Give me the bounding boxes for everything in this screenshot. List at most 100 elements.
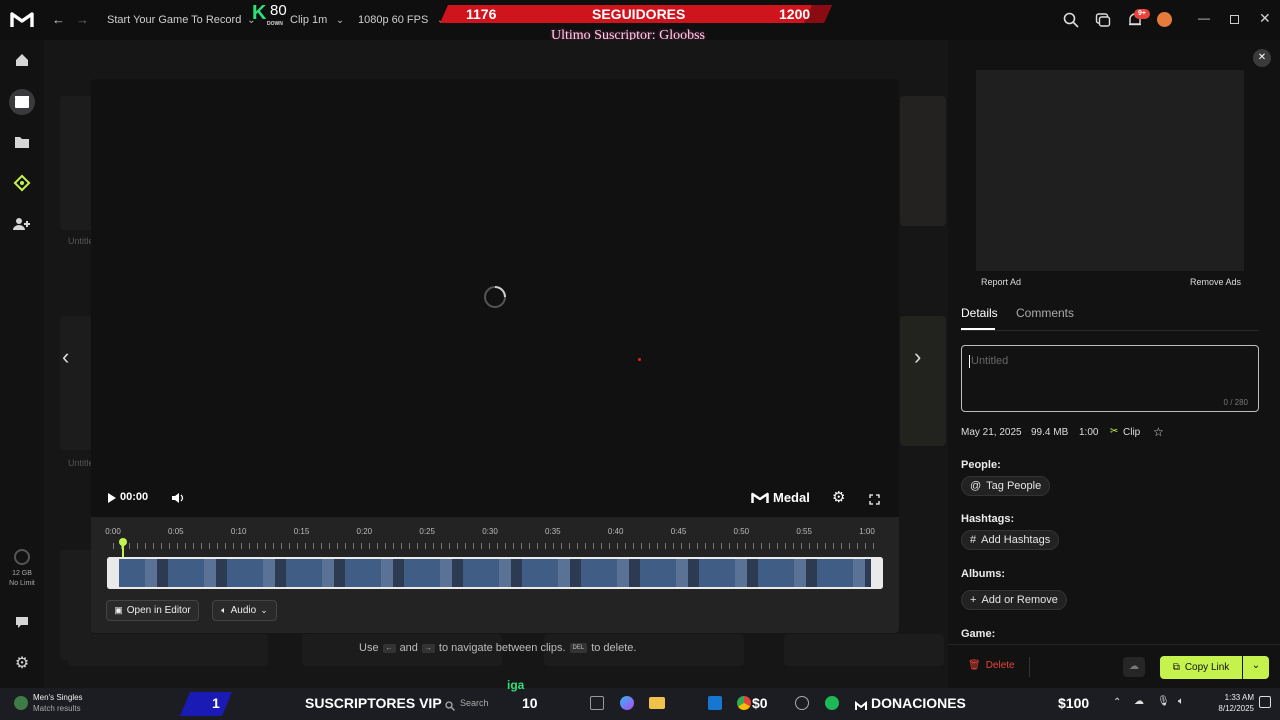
people-label: People:	[961, 459, 1001, 471]
timeline-tick-label: 0:30	[482, 527, 498, 536]
keyboard-hint: Use ← and → to navigate between clips. D…	[359, 642, 636, 654]
trash-icon: 🗑︎	[968, 660, 981, 671]
timeline-tick-label: 0:25	[419, 527, 435, 536]
gallery-tile[interactable]	[900, 316, 946, 446]
clip-length-selector[interactable]: Clip 1m ⌄	[290, 14, 344, 26]
tab-comments[interactable]: Comments	[1016, 306, 1074, 320]
star-icon[interactable]: ☆	[1153, 425, 1164, 439]
hint-delete: to delete.	[591, 642, 637, 654]
k-logo-icon: K	[252, 2, 267, 24]
timeline-tick-label: 0:35	[545, 527, 561, 536]
timeline-tick-label: 0:40	[607, 527, 624, 536]
gallery-tile[interactable]	[60, 96, 92, 230]
money-left: $0	[752, 695, 768, 711]
clip-viewer: 00:00 Medal ⚙ 0:00 0:05 0:10 0:15 0:20 0:25 0:…	[91, 79, 899, 633]
gear-icon[interactable]: ⚙	[832, 488, 845, 506]
game-selector[interactable]: Start Your Game To Record ⌄	[107, 14, 256, 26]
gallery-tile[interactable]	[900, 96, 946, 226]
mic-icon[interactable]: 🎙︎	[1157, 696, 1170, 707]
taskbar-search[interactable]: Search	[460, 698, 489, 708]
report-ad-link[interactable]: Report Ad	[981, 277, 1021, 287]
storage-limit: No Limit	[9, 580, 35, 587]
back-arrow-icon[interactable]: ←	[52, 12, 65, 27]
audio-button[interactable]: 🔈︎ Audio ⌄	[212, 600, 277, 621]
close-window-icon[interactable]: ✕	[1259, 10, 1271, 27]
clapperboard-icon[interactable]	[12, 92, 32, 112]
timeline-tick-label: 0:55	[796, 527, 812, 536]
medal-logo-icon[interactable]	[10, 11, 34, 29]
medal-taskbar-icon[interactable]	[855, 698, 867, 710]
tabs-divider	[961, 330, 1259, 331]
avatar[interactable]	[1157, 12, 1172, 27]
home-icon[interactable]	[12, 50, 32, 70]
play-icon[interactable]	[107, 491, 117, 509]
add-hashtags-button[interactable]: # Add Hashtags	[961, 530, 1060, 550]
hash-icon: #	[970, 534, 977, 546]
news-widget-icon[interactable]	[14, 696, 28, 710]
vip-count: 1	[212, 695, 220, 711]
help-icon[interactable]	[12, 612, 32, 632]
forward-arrow-icon[interactable]: →	[76, 12, 89, 27]
app-icon[interactable]	[590, 696, 604, 710]
quality-selector[interactable]: 1080p 60 FPS ⌄	[358, 14, 445, 26]
title-placeholder: Untitled	[971, 355, 1009, 367]
loading-spinner-icon	[483, 285, 507, 309]
timeline-tick-label: 0:00	[105, 527, 121, 536]
fullscreen-icon[interactable]	[869, 492, 880, 510]
trim-handle-right[interactable]	[871, 557, 883, 589]
title-field[interactable]: Untitled 0 / 280	[961, 345, 1259, 412]
news-title[interactable]: Men's Singles	[33, 693, 83, 702]
volume-icon[interactable]: 🔈︎	[1178, 696, 1184, 707]
add-friend-icon[interactable]	[12, 214, 32, 234]
spotify-icon[interactable]	[825, 696, 839, 710]
next-clip-icon[interactable]: ›	[914, 344, 921, 370]
trim-handle-left[interactable]	[107, 557, 119, 589]
liga-text: iga	[507, 678, 525, 692]
counter-ten: 10	[522, 695, 538, 711]
app-icon[interactable]	[620, 696, 634, 710]
search-icon[interactable]	[445, 698, 455, 716]
remove-ads-link[interactable]: Remove Ads	[1190, 277, 1241, 287]
search-icon[interactable]	[1063, 12, 1079, 28]
prev-clip-icon[interactable]: ‹	[62, 344, 69, 370]
timeline[interactable]: 0:00 0:05 0:10 0:15 0:20 0:25 0:30 0:35 0:40 0:45…	[91, 517, 899, 633]
ad-placeholder[interactable]	[976, 70, 1244, 271]
volume-icon[interactable]	[171, 491, 185, 509]
folder-icon[interactable]	[12, 132, 32, 152]
cloud-icon[interactable]: ☁	[1134, 696, 1144, 707]
current-time: 00:00	[120, 491, 149, 503]
followers-label: SEGUIDORES	[592, 6, 686, 22]
diamond-icon[interactable]	[12, 173, 32, 193]
copy-link-dropdown[interactable]: ⌄	[1243, 656, 1269, 679]
settings-icon[interactable]: ⚙	[12, 653, 32, 673]
video-player[interactable]: 00:00 Medal ⚙	[91, 79, 899, 517]
delete-button[interactable]: 🗑︎ Delete	[968, 660, 1015, 671]
open-editor-button[interactable]: ▣ Open in Editor	[106, 600, 199, 621]
clip-length-label: Clip 1m	[290, 14, 328, 26]
upload-cloud-icon[interactable]: ☁	[1123, 657, 1145, 677]
copy-icon: ⧉	[1172, 662, 1180, 673]
notification-center-icon[interactable]	[1259, 696, 1271, 708]
storage-ring-icon	[14, 549, 30, 565]
add-remove-albums-button[interactable]: + Add or Remove	[961, 590, 1067, 610]
outlook-icon[interactable]	[708, 696, 722, 710]
chevron-up-icon[interactable]: ⌃	[1113, 697, 1121, 708]
maximize-icon[interactable]	[1230, 15, 1239, 24]
gallery-tile[interactable]	[60, 316, 92, 450]
tag-people-button[interactable]: @ Tag People	[961, 476, 1051, 496]
minimize-icon[interactable]: —	[1198, 11, 1210, 25]
app-icon[interactable]	[795, 696, 809, 710]
copy-link-button[interactable]: ⧉ Copy Link	[1160, 656, 1242, 679]
albums-label: Albums:	[961, 568, 1005, 580]
close-panel-icon[interactable]: ✕	[1253, 49, 1271, 67]
char-count: 0 / 280	[1223, 398, 1248, 407]
chat-icon[interactable]	[1095, 12, 1111, 28]
tab-details[interactable]: Details	[961, 306, 998, 320]
folder-app-icon[interactable]	[649, 697, 665, 709]
gallery-tile[interactable]	[784, 634, 944, 666]
counter-sub: DOWN	[267, 21, 283, 27]
filmstrip[interactable]	[107, 557, 883, 589]
chrome-icon[interactable]	[737, 696, 751, 710]
clock-time[interactable]: 1:33 AM	[1210, 693, 1254, 702]
gallery-tile[interactable]	[68, 634, 268, 666]
